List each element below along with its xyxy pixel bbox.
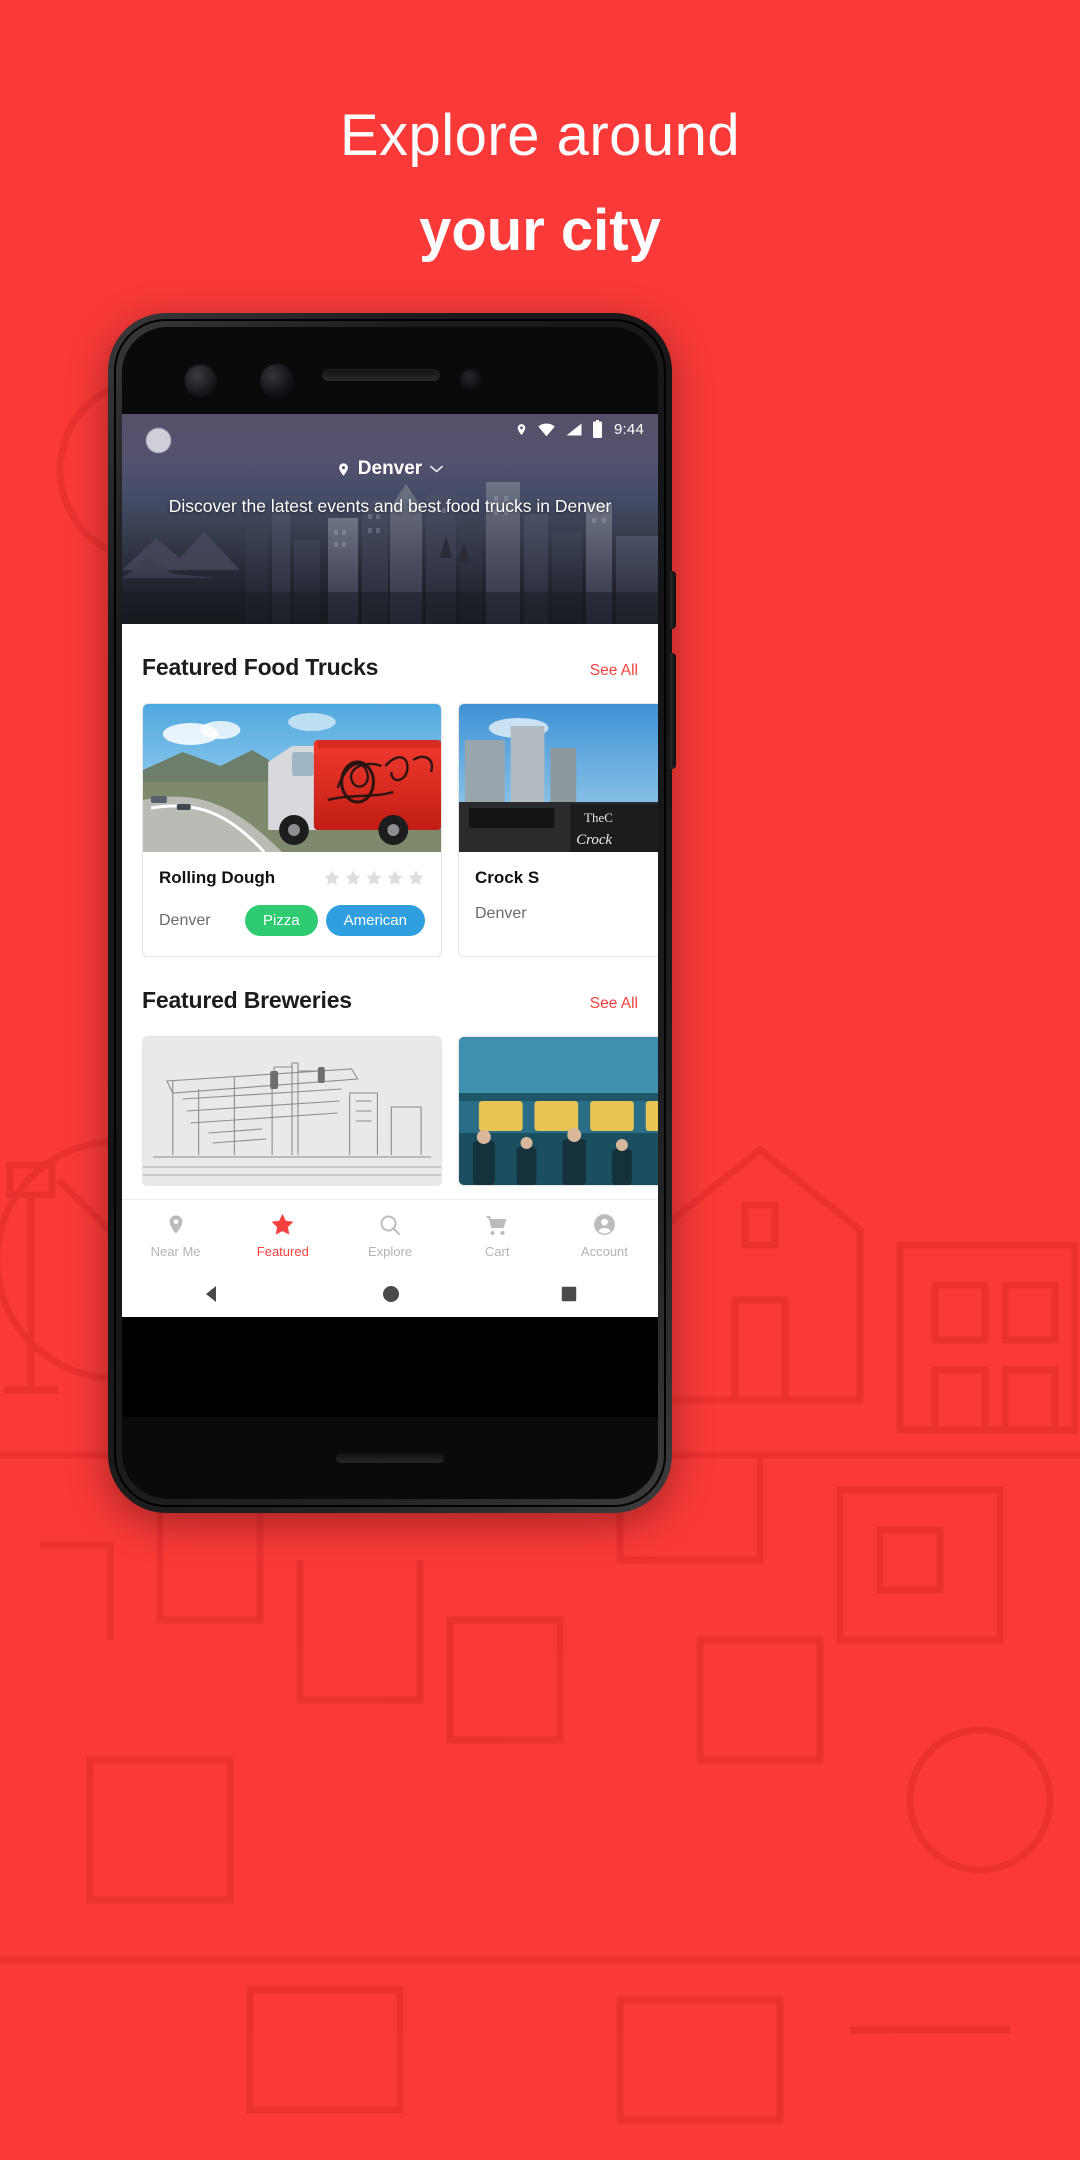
headline-line-1: Explore around [339, 103, 741, 168]
star-icon [271, 1213, 294, 1235]
power-button[interactable] [670, 571, 676, 629]
city-selector[interactable]: Denver [122, 458, 658, 480]
brewery-card[interactable] [458, 1036, 658, 1186]
tag-list: Pizza American [244, 905, 425, 936]
front-camera-icon [184, 364, 218, 398]
shopping-cart-icon [486, 1215, 507, 1235]
status-bar: 9:44 [122, 414, 658, 444]
location-pin-icon [338, 462, 348, 476]
headline-line-2: your city [419, 197, 661, 263]
sensor-icon [260, 364, 294, 398]
nav-label: Featured [256, 1244, 309, 1259]
bottom-speaker [336, 1453, 444, 1463]
nav-label: Account [580, 1244, 628, 1259]
food-truck-name: Crock S [475, 868, 540, 887]
nav-item-explore[interactable]: Explore [336, 1213, 443, 1259]
nav-label: Explore [367, 1243, 413, 1259]
proximity-sensor-icon [460, 369, 482, 391]
earpiece-speaker [322, 369, 440, 381]
brewery-photo [143, 1037, 441, 1185]
nav-item-featured[interactable]: Featured [229, 1212, 336, 1259]
food-truck-name: Rolling Dough [159, 868, 276, 887]
section-header-breweries: Featured Breweries See All [122, 957, 658, 1014]
tag-cuisine[interactable]: Pizza [244, 905, 318, 936]
nav-item-near-me[interactable]: Near Me [122, 1212, 229, 1259]
phone-screen: 9:44 Denver Discover the latest events a… [122, 414, 658, 1317]
see-all-link-food-trucks[interactable]: See All [590, 662, 638, 680]
nav-label: Cart [484, 1243, 510, 1259]
android-navigation-bar [122, 1271, 658, 1317]
nav-item-account[interactable]: Account [551, 1212, 658, 1259]
search-icon [380, 1215, 400, 1235]
back-triangle-icon[interactable] [202, 1284, 222, 1304]
star-icon [366, 870, 382, 885]
battery-icon [593, 420, 602, 438]
section-title: Featured Breweries [142, 987, 352, 1013]
selected-city-label: Denver [357, 458, 423, 479]
food-truck-photo: TheC Crock [459, 704, 658, 852]
svg-text:TheC: TheC [584, 810, 613, 825]
food-truck-card[interactable]: Rolling Dough Denver Pizza American [142, 703, 442, 957]
location-pin-icon [169, 1215, 183, 1234]
nav-item-cart[interactable]: Cart [444, 1213, 551, 1259]
recents-square-icon[interactable] [560, 1285, 578, 1303]
food-truck-city: Denver [159, 911, 211, 929]
see-all-link-breweries[interactable]: See All [590, 995, 638, 1013]
brewery-photo [459, 1037, 658, 1185]
chevron-down-icon[interactable] [429, 464, 444, 474]
section-header-food-trucks: Featured Food Trucks See All [122, 624, 658, 681]
phone-bottom-bezel [122, 1417, 658, 1499]
phone-mockup: 9:44 Denver Discover the latest events a… [108, 313, 676, 1513]
food-truck-photo [143, 704, 441, 852]
home-circle-icon[interactable] [381, 1284, 401, 1304]
rating-stars[interactable] [323, 869, 425, 887]
screen-content: Featured Food Trucks See All Rolling Dou… [122, 624, 658, 1186]
star-icon [387, 870, 403, 885]
bottom-navigation: Near Me Featured Explore Cart Account [122, 1199, 658, 1271]
star-icon [324, 870, 340, 885]
page-title: Explore around your city [0, 100, 1080, 267]
nav-label: Near Me [150, 1244, 201, 1259]
food-truck-card-rail[interactable]: Rolling Dough Denver Pizza American TheC… [122, 681, 658, 957]
food-truck-city: Denver [475, 905, 527, 922]
phone-top-bezel [122, 327, 658, 414]
wifi-icon [538, 422, 555, 436]
star-icon [345, 870, 361, 885]
hero-subtitle: Discover the latest events and best food… [168, 496, 612, 516]
brewery-card[interactable] [142, 1036, 442, 1186]
svg-text:Crock: Crock [576, 832, 612, 848]
status-time: 9:44 [614, 420, 644, 438]
food-truck-card[interactable]: TheC Crock Crock S Denver [458, 703, 658, 957]
tag-cuisine[interactable]: American [325, 905, 425, 936]
location-icon [517, 423, 526, 435]
star-icon [408, 870, 424, 885]
volume-button[interactable] [670, 653, 676, 769]
section-title: Featured Food Trucks [142, 654, 379, 680]
city-hero-header: 9:44 Denver Discover the latest events a… [122, 414, 658, 624]
signal-icon [566, 423, 582, 435]
account-circle-icon [593, 1214, 615, 1235]
brewery-card-rail[interactable] [122, 1014, 658, 1186]
